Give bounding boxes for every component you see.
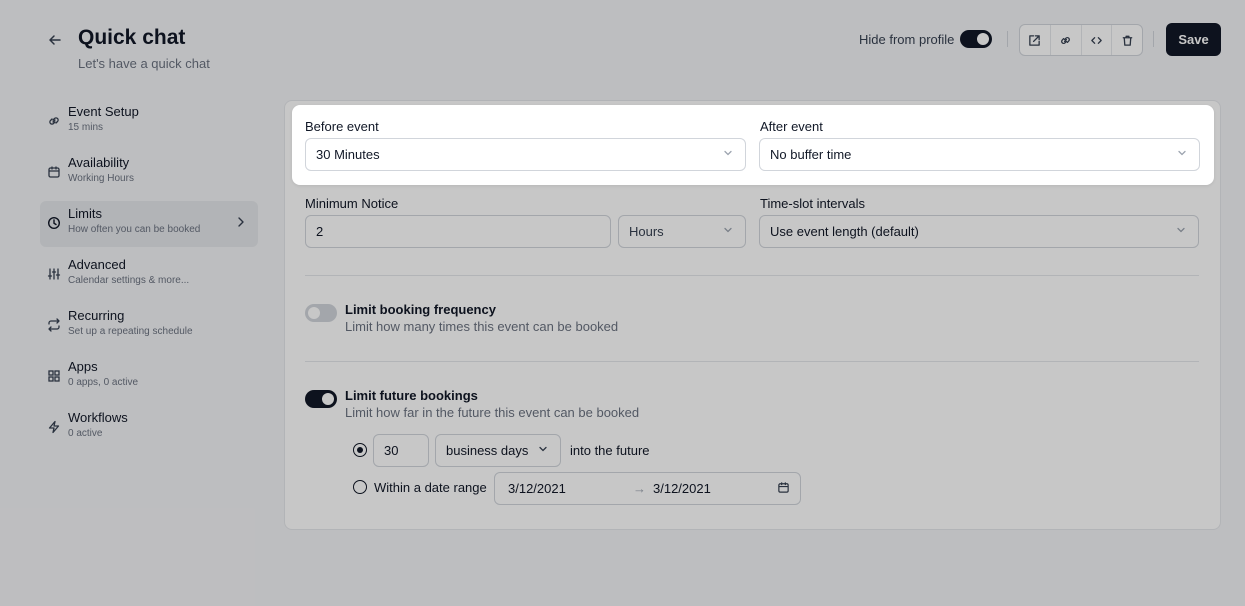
trash-icon[interactable] <box>1112 25 1142 55</box>
time-slot-label: Time-slot intervals <box>760 196 865 211</box>
external-link-icon[interactable] <box>1020 25 1051 55</box>
range-start-date: 3/12/2021 <box>508 481 566 496</box>
date-range-label: Within a date range <box>374 480 487 495</box>
calendar-icon <box>777 481 790 497</box>
days-unit-value: business days <box>446 443 529 458</box>
after-event-select[interactable]: No buffer time <box>759 138 1200 171</box>
sidebar-item-apps[interactable]: Apps 0 apps, 0 active <box>40 354 258 400</box>
sidebar-item-label: Apps <box>68 359 98 374</box>
time-slot-select[interactable]: Use event length (default) <box>759 215 1199 248</box>
sidebar-item-subtitle: Working Hours <box>68 173 134 184</box>
limit-future-bookings-description: Limit how far in the future this event c… <box>345 405 640 420</box>
link-icon[interactable] <box>1051 25 1082 55</box>
sidebar-item-label: Event Setup <box>68 104 139 119</box>
link-icon <box>46 113 62 129</box>
minimum-notice-input[interactable]: 2 <box>305 215 611 248</box>
code-icon[interactable] <box>1082 25 1113 55</box>
sidebar-item-advanced[interactable]: Advanced Calendar settings & more... <box>40 252 258 298</box>
range-end-date: 3/12/2021 <box>653 481 711 496</box>
minimum-notice-label: Minimum Notice <box>305 196 399 211</box>
sidebar-item-label: Workflows <box>68 410 128 425</box>
days-unit-select[interactable]: business days <box>435 434 561 467</box>
action-icon-group <box>1019 24 1143 56</box>
sidebar-item-limits[interactable]: Limits How often you can be booked <box>40 201 258 247</box>
page: Quick chat Let's have a quick chat Hide … <box>0 0 1245 606</box>
zap-icon <box>46 419 62 435</box>
before-event-value: 30 Minutes <box>316 147 380 162</box>
chevron-down-icon <box>723 147 733 161</box>
sidebar-item-subtitle: Set up a repeating schedule <box>68 326 193 337</box>
sidebar-item-subtitle: Calendar settings & more... <box>68 275 190 286</box>
radio-date-range[interactable] <box>353 480 367 494</box>
into-future-label: into the future <box>570 443 650 458</box>
chevron-down-icon <box>723 224 733 238</box>
limit-booking-frequency-title: Limit booking frequency <box>345 302 496 317</box>
divider <box>1153 31 1154 47</box>
sliders-icon <box>46 266 62 282</box>
chevron-down-icon <box>1177 147 1187 161</box>
sidebar-item-subtitle: 15 mins <box>68 122 104 133</box>
calendar-icon <box>46 164 62 180</box>
limit-future-bookings-toggle[interactable] <box>305 390 337 408</box>
future-days-value: 30 <box>384 443 399 458</box>
save-button[interactable]: Save <box>1166 23 1221 56</box>
sidebar-item-label: Limits <box>68 206 102 221</box>
repeat-icon <box>46 317 62 333</box>
notice-unit-select[interactable]: Hours <box>618 215 746 248</box>
sidebar-item-subtitle: 0 active <box>68 428 103 439</box>
after-event-value: No buffer time <box>770 147 852 162</box>
before-event-select[interactable]: 30 Minutes <box>305 138 746 171</box>
sidebar-item-label: Advanced <box>68 257 126 272</box>
grid-icon <box>46 368 62 384</box>
sidebar-item-label: Availability <box>68 155 130 170</box>
divider <box>305 275 1199 276</box>
sidebar-item-subtitle: 0 apps, 0 active <box>68 377 139 388</box>
back-arrow-icon[interactable] <box>47 32 63 48</box>
hide-from-profile-toggle[interactable] <box>960 30 992 48</box>
radio-business-days[interactable] <box>353 443 367 457</box>
notice-unit-value: Hours <box>629 224 664 239</box>
limit-future-bookings-title: Limit future bookings <box>345 388 478 403</box>
clock-icon <box>46 215 62 231</box>
sidebar-item-label: Recurring <box>68 308 125 323</box>
limit-booking-frequency-description: Limit how many times this event can be b… <box>345 319 619 334</box>
chevron-down-icon <box>538 443 548 457</box>
divider <box>305 361 1199 362</box>
sidebar-item-subtitle: How often you can be booked <box>68 224 201 235</box>
after-event-label: After event <box>760 119 823 134</box>
range-arrow-icon: → <box>633 481 646 496</box>
chevron-down-icon <box>1176 224 1186 238</box>
chevron-right-icon <box>236 215 246 232</box>
minimum-notice-value: 2 <box>316 224 324 239</box>
page-subtitle: Let's have a quick chat <box>78 56 210 71</box>
time-slot-value: Use event length (default) <box>770 224 919 239</box>
future-days-input[interactable]: 30 <box>373 434 429 467</box>
before-event-label: Before event <box>305 119 379 134</box>
divider <box>1007 31 1008 47</box>
sidebar-item-event-setup[interactable]: Event Setup 15 mins <box>40 99 258 145</box>
date-range-picker[interactable]: 3/12/2021 → 3/12/2021 <box>494 472 801 505</box>
sidebar-item-workflows[interactable]: Workflows 0 active <box>40 405 258 451</box>
page-title: Quick chat <box>78 26 186 49</box>
sidebar-item-availability[interactable]: Availability Working Hours <box>40 150 258 196</box>
buffer-time-spotlight: Before event 30 Minutes After event No b… <box>292 105 1214 185</box>
hide-from-profile-label: Hide from profile <box>859 32 955 47</box>
sidebar-item-recurring[interactable]: Recurring Set up a repeating schedule <box>40 303 258 349</box>
limit-booking-frequency-toggle[interactable] <box>305 304 337 322</box>
